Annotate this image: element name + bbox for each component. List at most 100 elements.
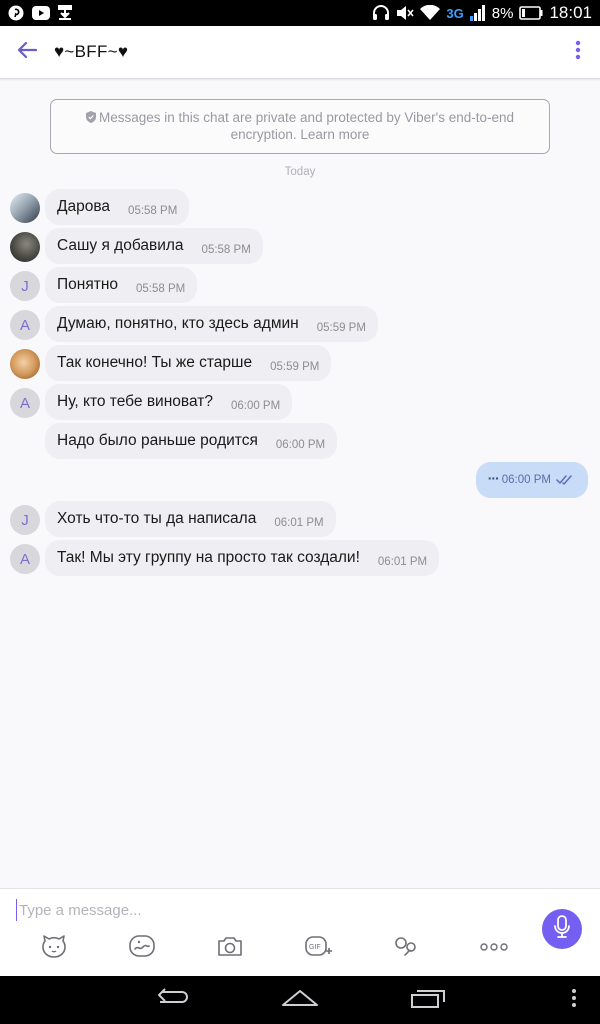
message-bubble-outgoing[interactable]: ··· 06:00 PM <box>475 462 588 498</box>
message-time: 05:59 PM <box>270 361 320 373</box>
voice-message-button[interactable] <box>542 909 582 949</box>
avatar[interactable] <box>10 232 40 262</box>
encryption-notice: Messages in this chat are private and pr… <box>50 99 550 154</box>
message-time: 05:58 PM <box>201 244 251 256</box>
avatar-initial: A <box>19 550 30 568</box>
headphones-icon <box>372 5 390 21</box>
read-ticks-icon <box>556 475 574 485</box>
location-icon <box>392 934 420 963</box>
battery-percent: 8% <box>491 4 514 22</box>
message-text: Понятно <box>57 276 118 293</box>
message-time: 05:59 PM <box>316 322 366 334</box>
nav-back-icon <box>154 987 190 1013</box>
camera-button[interactable] <box>212 933 248 963</box>
nav-recents-icon <box>410 988 446 1013</box>
chat-header: ♥~BFF~♥ <box>0 26 600 79</box>
network-type: 3G <box>446 5 464 21</box>
avatar[interactable]: J <box>10 505 40 535</box>
message-bubble[interactable]: Ну, кто тебе виноват? 06:00 PM <box>45 384 293 420</box>
message-incoming[interactable]: A Так! Мы эту группу на просто так создал… <box>0 540 600 576</box>
shield-icon <box>85 111 96 127</box>
message-text: Дарова <box>57 198 111 215</box>
message-text: Сашу я добавила <box>57 237 184 254</box>
message-time: 06:01 PM <box>377 556 428 568</box>
battery-icon <box>519 6 543 20</box>
message-bubble[interactable]: Хоть что-то ты да написала 06:01 PM <box>45 501 336 537</box>
message-text: Ну, кто тебе виноват? <box>57 393 213 410</box>
message-incoming[interactable]: Дарова 05:58 PM <box>0 189 600 225</box>
composer: GIF <box>0 888 600 976</box>
message-incoming[interactable]: Надо было раньше родится 06:00 PM <box>0 423 600 459</box>
message-bubble[interactable]: Так! Мы эту группу на просто так создали… <box>45 540 440 576</box>
nav-back-button[interactable] <box>152 986 192 1014</box>
message-outgoing[interactable]: ··· 06:00 PM <box>0 462 600 498</box>
message-bubble[interactable]: Дарова 05:58 PM <box>45 189 190 225</box>
message-bubble[interactable]: Сашу я добавила 05:58 PM <box>45 228 263 264</box>
chat-title[interactable]: ♥~BFF~♥ <box>54 42 556 62</box>
svg-text:GIF: GIF <box>309 944 321 951</box>
more-vertical-icon <box>575 40 581 65</box>
sticker-button[interactable] <box>36 933 72 963</box>
location-button[interactable] <box>388 933 424 963</box>
sticker-icon <box>40 934 68 963</box>
arrow-left-icon <box>17 41 38 64</box>
message-incoming[interactable]: Так конечно! Ты же старше 05:59 PM <box>0 345 600 381</box>
learn-more-link[interactable]: Learn more <box>300 127 369 142</box>
message-time: 05:58 PM <box>136 283 186 295</box>
avatar[interactable] <box>10 349 40 379</box>
message-time: 06:00 PM <box>230 400 281 412</box>
message-bubble[interactable]: Надо было раньше родится 06:00 PM <box>45 423 338 459</box>
message-incoming[interactable]: J Хоть что-то ты да написала 06:01 PM <box>0 501 600 537</box>
message-incoming[interactable]: J Понятно 05:58 PM <box>0 267 600 303</box>
message-text: Так! Мы эту группу на просто так создали… <box>57 549 360 566</box>
message-incoming[interactable]: A Ну, кто тебе виноват? 06:00 PM <box>0 384 600 420</box>
message-bubble[interactable]: Так конечно! Ты же старше 05:59 PM <box>45 345 332 381</box>
more-options-button[interactable] <box>556 26 600 79</box>
message-text: Надо было раньше родится <box>57 432 258 449</box>
message-incoming[interactable]: Сашу я добавила 05:58 PM <box>0 228 600 264</box>
clock: 18:01 <box>549 3 592 22</box>
message-text: Хоть что-то ты да написала <box>57 510 257 527</box>
message-time: 06:00 PM <box>275 439 326 451</box>
youtube-icon <box>32 6 50 20</box>
message-bubble[interactable]: Думаю, понятно, кто здесь админ 05:59 PM <box>45 306 378 342</box>
camera-icon <box>216 934 244 963</box>
avatar[interactable]: A <box>10 544 40 574</box>
message-time: 05:58 PM <box>128 205 178 217</box>
nav-more-vertical-icon <box>571 988 577 1013</box>
avatar-initial: A <box>19 394 30 412</box>
message-input[interactable] <box>16 899 516 921</box>
doodle-icon <box>128 934 156 963</box>
message-bubble[interactable]: Понятно 05:58 PM <box>45 267 198 303</box>
avatar[interactable] <box>10 193 40 223</box>
day-separator: Today <box>284 166 316 178</box>
back-button[interactable] <box>0 26 54 79</box>
nav-home-button[interactable] <box>280 986 320 1014</box>
message-text: ··· <box>487 470 500 486</box>
system-nav-bar <box>0 976 600 1024</box>
more-attachments-button[interactable] <box>476 933 512 963</box>
encryption-text-line1: Messages in this chat are private and pr… <box>98 110 515 125</box>
message-time: 06:00 PM <box>501 474 551 486</box>
signal-icon <box>469 5 486 21</box>
avatar[interactable]: J <box>10 271 40 301</box>
message-text: Так конечно! Ты же старше <box>57 354 253 371</box>
message-incoming[interactable]: A Думаю, понятно, кто здесь админ 05:59 PM <box>0 306 600 342</box>
avatar[interactable]: A <box>10 310 40 340</box>
nav-menu-button[interactable] <box>568 986 580 1014</box>
message-text: Думаю, понятно, кто здесь админ <box>57 315 299 332</box>
avatar[interactable]: A <box>10 388 40 418</box>
gif-icon: GIF <box>303 934 333 963</box>
nav-recents-button[interactable] <box>408 986 448 1014</box>
nav-home-icon <box>281 989 319 1012</box>
gif-button[interactable]: GIF <box>300 933 336 963</box>
avatar-initial: A <box>19 316 30 334</box>
doodle-button[interactable] <box>124 933 160 963</box>
microphone-icon <box>553 914 571 944</box>
more-horizontal-icon <box>480 939 508 957</box>
download-icon <box>58 5 72 21</box>
avatar-initial: J <box>21 277 29 295</box>
mute-icon <box>396 5 415 21</box>
status-bar: 3G 8% 18:01 <box>0 0 600 26</box>
pinterest-icon <box>8 5 24 21</box>
